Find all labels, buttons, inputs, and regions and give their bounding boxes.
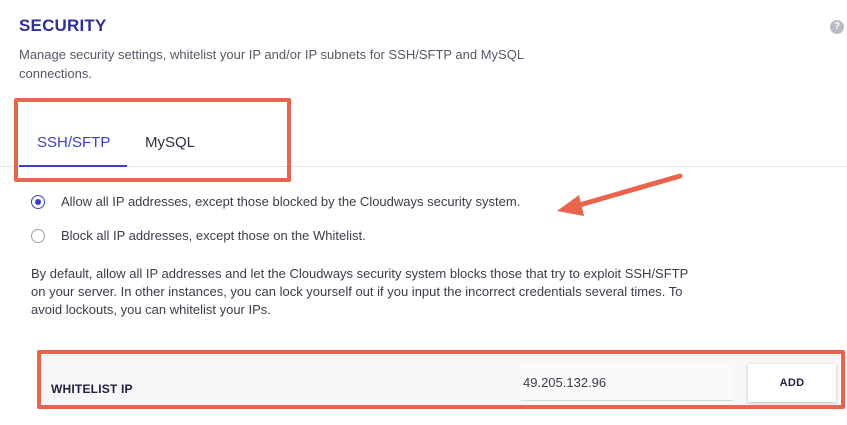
page-description: Manage security settings, whitelist your…	[19, 47, 524, 81]
info-text: By default, allow all IP addresses and l…	[31, 266, 689, 317]
radio-option-allow-all[interactable]: Allow all IP addresses, except those blo…	[31, 194, 520, 209]
radio-option-block-all[interactable]: Block all IP addresses, except those on …	[31, 228, 366, 243]
whitelist-panel: WHITELIST IP ADD	[40, 355, 840, 407]
radio-label-allow-all: Allow all IP addresses, except those blo…	[61, 194, 521, 209]
tab-mysql[interactable]: MySQL	[127, 125, 213, 167]
tab-ssh-sftp[interactable]: SSH/SFTP	[19, 125, 127, 167]
page-title: SECURITY	[19, 16, 107, 35]
radio-button-block-all[interactable]	[31, 228, 45, 243]
question-mark-icon[interactable]: ?	[830, 20, 844, 34]
whitelist-ip-label: WHITELIST IP	[51, 382, 133, 396]
radio-label-block-all: Block all IP addresses, except those on …	[61, 228, 366, 243]
tab-bar: SSH/SFTP MySQL	[0, 125, 847, 167]
add-ip-button[interactable]: ADD	[748, 364, 836, 402]
whitelist-ip-input[interactable]	[521, 365, 733, 401]
radio-button-allow-all[interactable]	[31, 194, 45, 209]
